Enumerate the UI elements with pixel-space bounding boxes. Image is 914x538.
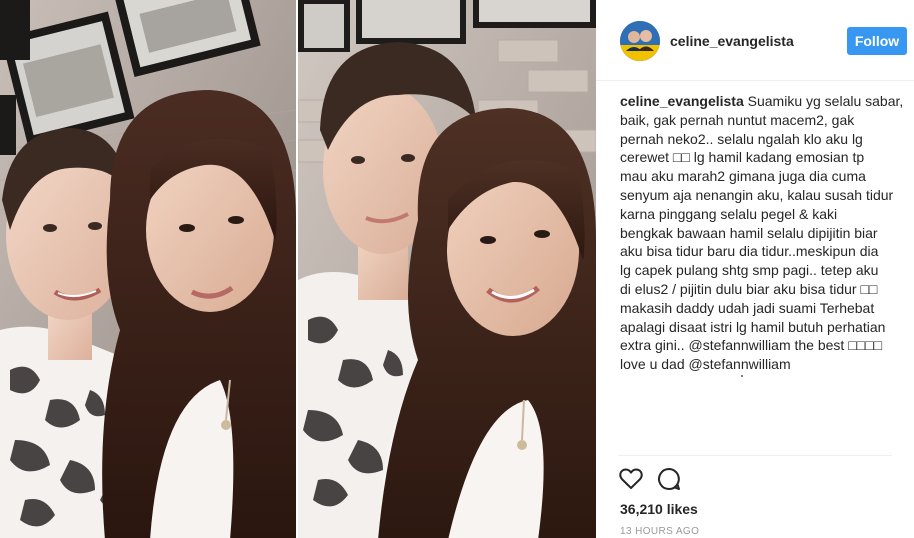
caption-line: celine_evangelista Suamiku yg selalu sab… bbox=[620, 92, 903, 111]
actions-divider bbox=[618, 455, 892, 456]
post-header: celine_evangelista Follow bbox=[596, 0, 914, 81]
caption-text: Suamiku yg selalu sabar, bbox=[743, 93, 904, 109]
caption-line: karna pinggang selalu pegel & kaki bbox=[620, 205, 838, 222]
avatar-image bbox=[620, 21, 660, 61]
caption-line: senyum aja nenangin aku, kalau susah tid… bbox=[620, 186, 894, 203]
caption-line: lg capek pulang shtg smp pagi.. tetep ak… bbox=[620, 262, 879, 279]
post-username[interactable]: celine_evangelista bbox=[670, 33, 794, 49]
caption-line: mau aku marah2 gimana juga dia cuma bbox=[620, 168, 866, 185]
avatar[interactable] bbox=[620, 21, 660, 61]
instagram-post-view: celine_evangelista Follow celine_evangel… bbox=[0, 0, 914, 538]
selfie-photo-left bbox=[0, 0, 296, 538]
caption-line: apalagi disaat istri lg hamil butuh perh… bbox=[620, 318, 886, 335]
selfie-photo-left-illustration bbox=[0, 0, 296, 538]
caption-line: di elus2 / pijitin dulu biar aku bisa ti… bbox=[620, 280, 878, 297]
heart-icon[interactable] bbox=[618, 466, 644, 492]
follow-button[interactable]: Follow bbox=[847, 27, 907, 55]
selfie-photo-right-illustration bbox=[298, 0, 596, 538]
likes-count[interactable]: 36,210 likes bbox=[620, 501, 698, 517]
post-media[interactable] bbox=[0, 0, 596, 538]
caption-line: cerewet □□ lg hamil kadang emosian tp bbox=[620, 149, 865, 166]
comment-bubble-icon[interactable] bbox=[656, 466, 682, 492]
caption-line: baik, gak pernah nuntut macem2, gak bbox=[620, 111, 855, 128]
caption-line: aku bisa tidur baru dia tidur..meskipun … bbox=[620, 243, 879, 260]
selfie-photo-right bbox=[298, 0, 596, 538]
post-timestamp[interactable]: 13 HOURS AGO bbox=[620, 526, 699, 537]
caption-line: love u dad @stefannwilliam bbox=[620, 356, 791, 373]
caption-line: extra gini.. @stefannwilliam the best □□… bbox=[620, 337, 883, 354]
caption-line: pernah neko2.. selalu ngalah klo aku lg bbox=[620, 130, 863, 147]
caption-username[interactable]: celine_evangelista bbox=[620, 93, 744, 109]
loading-dot bbox=[741, 375, 743, 377]
caption-line: makasih daddy udah jadi suami Terhebat bbox=[620, 299, 875, 316]
caption-line: bengkak bawaan hamil selalu dipijitin bi… bbox=[620, 224, 878, 241]
post-side-panel: celine_evangelista Follow celine_evangel… bbox=[596, 0, 914, 538]
post-caption: celine_evangelista Suamiku yg selalu sab… bbox=[620, 92, 903, 374]
